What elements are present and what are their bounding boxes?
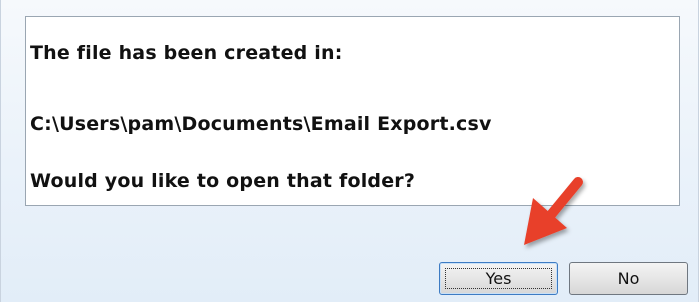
yes-button-label: Yes xyxy=(485,269,512,288)
yes-button[interactable]: Yes xyxy=(439,262,558,295)
message-file-path: C:\Users\pam\Documents\Email Export.csv xyxy=(30,113,492,135)
no-button[interactable]: No xyxy=(569,262,688,295)
message-line-created: The file has been created in: xyxy=(30,42,343,64)
no-button-label: No xyxy=(617,269,640,288)
message-dialog: The file has been created in: C:\Users\p… xyxy=(0,0,699,302)
message-question: Would you like to open that folder? xyxy=(30,170,416,192)
